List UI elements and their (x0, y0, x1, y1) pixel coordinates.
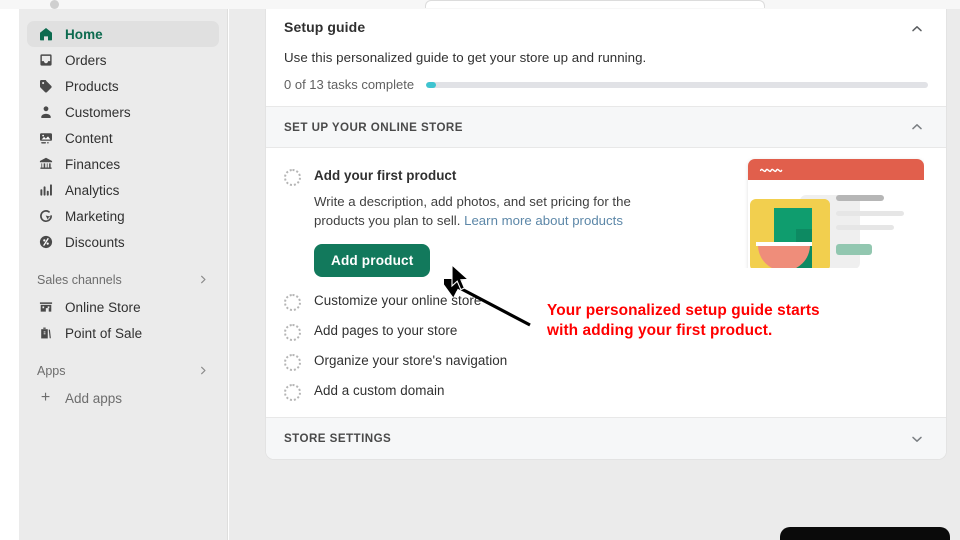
sidebar-item-label: Orders (65, 52, 107, 68)
sidebar-item-label: Marketing (65, 208, 125, 224)
illustration-page-mock (748, 159, 924, 268)
chevron-up-icon (910, 22, 924, 36)
sidebar-item-label: Customers (65, 104, 131, 120)
task-incomplete-circle-icon[interactable] (284, 169, 301, 186)
sidebar-item-label: Home (65, 26, 103, 42)
orders-icon (37, 52, 54, 69)
task-title: Add a custom domain (314, 383, 445, 399)
left-gutter (0, 9, 19, 540)
sidebar-item-label: Online Store (65, 299, 141, 315)
sidebar-item-point-of-sale[interactable]: Point of Sale (27, 320, 219, 346)
plus-icon: + (40, 389, 51, 406)
progress-label: 0 of 13 tasks complete (284, 77, 415, 92)
task-incomplete-circle-icon[interactable] (284, 294, 301, 312)
task-incomplete-circle-icon[interactable] (284, 324, 301, 342)
chevron-down-icon (910, 432, 924, 446)
illustration-product-thumbnail (750, 199, 830, 268)
sidebar-group-label: Apps (37, 364, 66, 378)
sidebar-item-discounts[interactable]: Discounts (27, 229, 219, 255)
page-title: Setup guide (284, 19, 366, 35)
task-title: Organize your store's navigation (314, 353, 508, 369)
finances-bank-icon (37, 156, 54, 173)
discounts-percent-icon (37, 234, 54, 251)
progress-track (426, 81, 928, 88)
sidebar-item-marketing[interactable]: Marketing (27, 203, 219, 229)
products-tag-icon (37, 78, 54, 95)
task-incomplete-circle-icon[interactable] (284, 384, 301, 402)
illustration-text-line (836, 211, 904, 216)
chevron-right-icon[interactable] (198, 365, 209, 378)
add-product-illustration (728, 156, 924, 268)
sidebar-item-analytics[interactable]: Analytics (27, 177, 219, 203)
chrome-dot-icon (50, 0, 59, 9)
sidebar-item-label: Content (65, 130, 113, 146)
chevron-right-icon[interactable] (198, 274, 209, 287)
sidebar-item-online-store[interactable]: Online Store (27, 294, 219, 320)
setup-guide-subtitle: Use this personalized guide to get your … (284, 50, 647, 65)
illustration-shape-fade (812, 199, 830, 268)
section-expand-button[interactable] (906, 429, 928, 449)
browser-chrome-strip (0, 0, 960, 9)
section-header-set-up-your-online-store[interactable]: SET UP YOUR ONLINE STORE (266, 106, 946, 148)
illustration-button-block (836, 244, 872, 255)
progress-fill (426, 81, 437, 88)
main-content: Setup guide Use this personalized guide … (229, 9, 960, 540)
setup-guide-collapse-button[interactable] (906, 19, 928, 39)
section-label: STORE SETTINGS (284, 432, 392, 446)
mouse-pointer-icon (451, 264, 470, 291)
annotation-text: Your personalized setup guide starts wit… (547, 302, 820, 340)
analytics-bars-icon (37, 182, 54, 199)
illustration-text-line (836, 225, 894, 230)
content-image-icon (37, 130, 54, 147)
help-chat-widget[interactable] (780, 527, 950, 540)
task-content: Organize your store's navigation (314, 353, 928, 368)
section-label: SET UP YOUR ONLINE STORE (284, 120, 463, 134)
illustration-text-line (836, 195, 884, 201)
sidebar-item-label: Add apps (65, 390, 123, 406)
setup-guide-card: Setup guide Use this personalized guide … (265, 9, 947, 461)
setup-guide-header: Setup guide Use this personalized guide … (266, 9, 946, 106)
sidebar-item-label: Analytics (65, 182, 120, 198)
illustration-squiggle-icon (759, 168, 783, 173)
sidebar-group-apps[interactable]: Apps (19, 360, 227, 382)
sidebar-item-label: Discounts (65, 234, 125, 250)
point-of-sale-icon (37, 325, 54, 342)
task-content: Add a custom domain (314, 383, 928, 398)
home-icon (37, 26, 54, 43)
sidebar-item-customers[interactable]: Customers (27, 99, 219, 125)
sidebar: Home Orders Products Customers Content F… (19, 9, 228, 540)
sidebar-item-finances[interactable]: Finances (27, 151, 219, 177)
task-row[interactable]: Organize your store's navigation (284, 347, 928, 377)
sidebar-item-label: Point of Sale (65, 325, 143, 341)
online-store-icon (37, 299, 54, 316)
section-collapse-button[interactable] (906, 117, 928, 137)
sidebar-sales-channel-list: Online Store Point of Sale (19, 294, 227, 346)
task-description: Write a description, add photos, and set… (314, 192, 654, 230)
app-root: Home Orders Products Customers Content F… (0, 0, 960, 540)
sidebar-item-products[interactable]: Products (27, 73, 219, 99)
illustration-shape-rim (756, 242, 812, 246)
sidebar-item-home[interactable]: Home (27, 21, 219, 47)
sidebar-item-content[interactable]: Content (27, 125, 219, 151)
browser-tab-ghost[interactable] (425, 0, 765, 8)
setup-guide-progress: 0 of 13 tasks complete (284, 77, 928, 92)
sidebar-item-label: Finances (65, 156, 121, 172)
customers-person-icon (37, 104, 54, 121)
learn-more-link[interactable]: Learn more about products (464, 213, 623, 228)
add-product-button[interactable]: Add product (314, 244, 431, 278)
sidebar-nav-list: Home Orders Products Customers Content F… (19, 21, 227, 255)
task-row[interactable]: Add a custom domain (284, 377, 928, 407)
chevron-up-icon (910, 120, 924, 134)
marketing-target-icon (37, 208, 54, 225)
section-body-set-up-your-online-store: Add your first product Write a descripti… (266, 148, 946, 417)
sidebar-item-label: Products (65, 78, 119, 94)
sidebar-item-orders[interactable]: Orders (27, 47, 219, 73)
sidebar-item-add-apps[interactable]: + Add apps (27, 385, 219, 411)
section-header-store-settings[interactable]: STORE SETTINGS (266, 417, 946, 460)
sidebar-group-label: Sales channels (37, 273, 122, 287)
task-incomplete-circle-icon[interactable] (284, 354, 301, 372)
sidebar-group-sales-channels[interactable]: Sales channels (19, 269, 227, 291)
